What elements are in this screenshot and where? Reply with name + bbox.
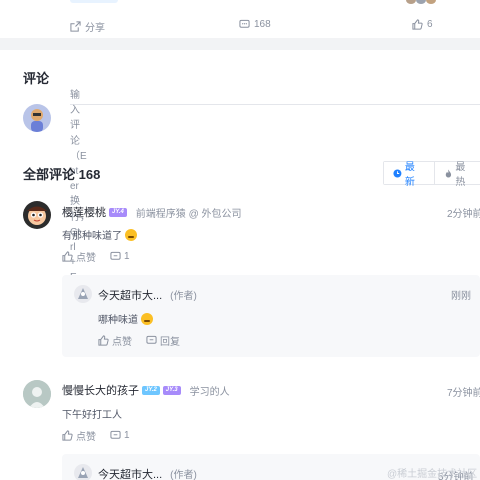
level-badge: JY.3 (162, 385, 181, 395)
all-comments-label: 全部评论 (23, 167, 76, 182)
comment-author-job: 学习的人 (189, 386, 230, 398)
article-action-bar: 分享 168 6 (0, 0, 480, 38)
comment-actions: 点赞 1 (62, 249, 144, 264)
comment-author-name[interactable]: 慢慢长大的孩子 (62, 382, 139, 398)
comment-actions: 点赞 1 (62, 428, 144, 443)
clock-icon (393, 169, 402, 177)
comment-author-row: 樱莲樱桃 JY.4 前端程序猿 @ 外包公司 (62, 204, 242, 220)
all-comments-heading: 全部评论 168 (23, 164, 100, 183)
comment-author-name[interactable]: 樱莲樱桃 (62, 204, 106, 220)
level-badge: JY.4 (109, 207, 127, 217)
fire-icon (445, 169, 451, 177)
emoji-icon (125, 229, 137, 241)
thumb-up-icon (62, 430, 73, 441)
reply-time: 刚刚 (451, 291, 471, 302)
thumb-up-icon (412, 19, 423, 30)
comment-icon (146, 335, 157, 344)
share-label: 分享 (85, 23, 105, 34)
reply-text: 哪种味道 (98, 315, 138, 326)
author-tag: (作者) (170, 470, 197, 480)
emoji-icon (141, 313, 153, 325)
comment-time: 7分钟前 (447, 388, 480, 399)
watermark: @稀土掘金技术社区 (387, 469, 478, 480)
like-label: 点赞 (112, 337, 132, 348)
like-button[interactable]: 点赞 (62, 428, 96, 443)
comment-text: 有那种味道了 (62, 231, 122, 242)
sort-newest-tab[interactable]: 最新 (384, 162, 435, 188)
reply-author-name[interactable]: 今天超市大... (98, 469, 162, 480)
comment-icon (239, 19, 250, 28)
reply-count: 1 (124, 430, 130, 441)
all-comments-count: 168 (78, 167, 101, 182)
comment-count: 168 (254, 19, 271, 30)
comment-avatar[interactable] (23, 380, 51, 408)
tag-chip-edge (70, 0, 118, 3)
reply-content: 哪种味道 (98, 311, 153, 326)
comment-author-row: 慢慢长大的孩子 JY.2 JY.3 学习的人 (62, 382, 230, 398)
reply-actions: 点赞 回复 (98, 333, 194, 348)
like-count-button[interactable]: 6 (412, 19, 433, 30)
reply-avatar[interactable] (74, 285, 92, 303)
current-user-avatar (23, 104, 51, 132)
like-count: 6 (427, 19, 433, 30)
sort-newest-label: 最新 (404, 162, 415, 188)
reply-count-button[interactable]: 1 (110, 428, 130, 443)
comment-icon (110, 430, 121, 439)
thumb-up-icon (62, 251, 73, 262)
sort-toggle: 最新 最热 (383, 161, 480, 188)
comment-input-underline (70, 104, 480, 105)
thumb-up-icon (98, 335, 109, 346)
comment-author-job: 前端程序猿 @ 外包公司 (135, 208, 242, 220)
like-button[interactable]: 点赞 (62, 249, 96, 264)
author-tag: (作者) (170, 291, 197, 302)
reply-count: 1 (124, 251, 130, 262)
vip-badge: JY.2 (142, 385, 160, 395)
comment-time: 2分钟前 (447, 209, 480, 220)
share-button[interactable]: 分享 (70, 19, 105, 34)
like-label: 点赞 (76, 432, 96, 443)
reply-count-button[interactable]: 1 (110, 249, 130, 264)
comment-avatar[interactable] (23, 201, 51, 229)
comment-icon (110, 251, 121, 260)
reply-label: 回复 (160, 337, 180, 348)
comment-section-title: 评论 (23, 71, 50, 86)
reply-author-name[interactable]: 今天超市大... (98, 290, 162, 302)
sort-hottest-tab[interactable]: 最热 (435, 162, 480, 188)
reply-avatar[interactable] (74, 464, 92, 480)
reply-author-row: 今天超市大... (作者) (98, 466, 197, 480)
comment-content: 下午好打工人 (62, 410, 122, 421)
comment-count-button[interactable]: 168 (239, 19, 271, 30)
reply-like-button[interactable]: 点赞 (98, 333, 132, 348)
comment-section: 评论 输入评论（Enter换行，Ctrl + Enter发送） 全部评论 168… (0, 50, 480, 480)
like-label: 点赞 (76, 253, 96, 264)
reply-author-row: 今天超市大... (作者) (98, 287, 197, 303)
reply-reply-button[interactable]: 回复 (146, 333, 180, 348)
share-icon (70, 21, 81, 32)
sort-hottest-label: 最热 (455, 162, 466, 188)
comment-content: 有那种味道了 (62, 227, 137, 242)
reply-box: 今天超市大... (作者) 刚刚 哪种味道 点赞 回复 (62, 275, 480, 357)
liker-avatars (406, 0, 436, 4)
